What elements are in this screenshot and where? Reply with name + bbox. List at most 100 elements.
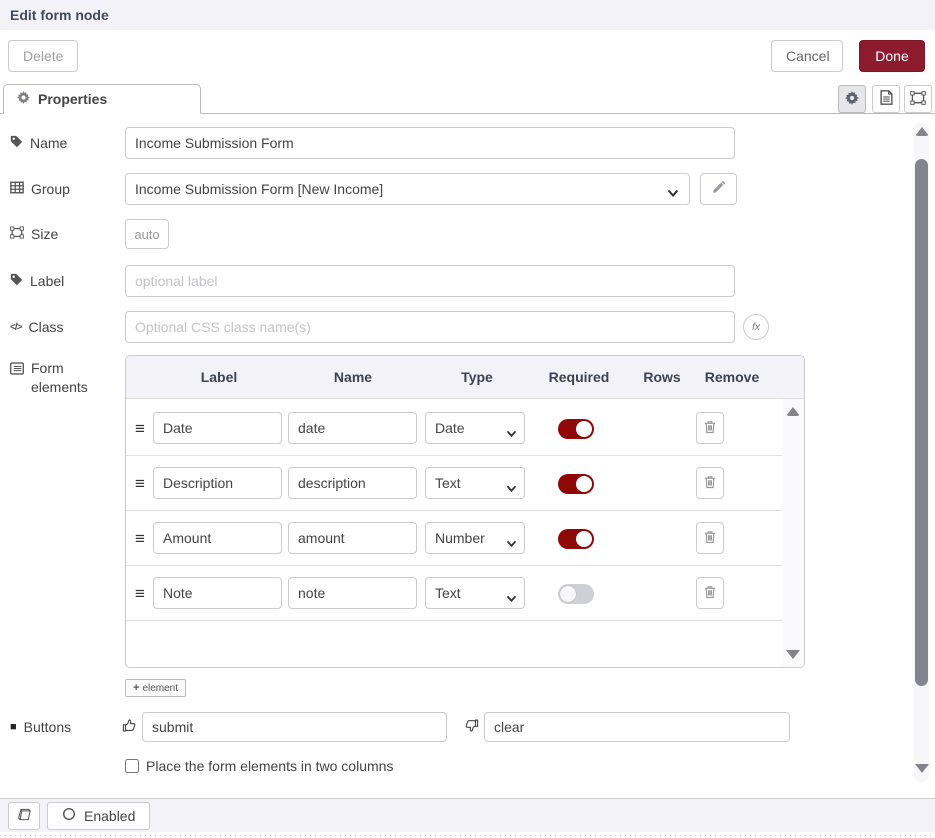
column-header-name: Name [334,356,372,398]
column-header-type: Type [461,356,493,398]
drag-handle-icon[interactable]: ≡ [135,401,145,456]
group-select-value: Income Submission Form [New Income] [135,181,383,197]
dialog-footer: Enabled [0,798,935,832]
form-element-row: ≡ Date [126,401,782,456]
trash-icon [704,420,716,437]
chevron-down-icon [506,590,517,606]
form-elements-scrollbar [782,399,804,667]
two-columns-checkbox[interactable] [125,759,139,773]
element-label-input[interactable] [153,412,282,444]
pencil-icon [712,181,725,197]
required-toggle[interactable] [558,474,594,494]
panel-scroll-thumb[interactable] [915,159,928,686]
done-button[interactable]: Done [859,40,925,72]
circle-icon [62,807,76,824]
properties-panel: Name Group Income Submission Form [New I… [0,114,935,798]
element-type-value: Number [435,530,485,546]
chevron-down-icon [506,480,517,496]
table-icon [10,181,24,197]
two-columns-option-row: Place the form elements in two columns [125,758,393,774]
add-element-button[interactable]: + element [125,679,186,697]
column-header-remove: Remove [705,356,759,398]
panel-scroll-up-arrow[interactable] [915,127,929,136]
column-header-rows: Rows [643,356,680,398]
appearance-icon-button[interactable] [904,85,932,113]
class-field-label: </> Class [10,319,125,335]
element-type-select[interactable]: Text [425,467,525,499]
list-alt-icon [10,359,24,397]
label-input[interactable] [125,265,735,297]
object-group-icon [10,226,24,242]
fx-expand-button[interactable]: fx [743,314,769,340]
required-toggle[interactable] [558,529,594,549]
remove-element-button[interactable] [696,522,724,554]
node-help-button[interactable] [8,802,40,830]
toggle-knob [576,421,592,437]
element-type-select[interactable]: Date [425,412,525,444]
node-enabled-toggle-button[interactable]: Enabled [47,802,150,830]
name-input[interactable] [125,127,735,159]
form-element-row: ≡ Text [126,456,782,511]
document-icon [880,90,893,108]
gear-icon [845,91,859,108]
remove-element-button[interactable] [696,577,724,609]
drag-handle-icon[interactable]: ≡ [135,566,145,621]
chevron-down-icon [506,535,517,551]
edit-group-button[interactable] [700,173,737,205]
tab-bar: Properties [0,84,935,114]
tab-properties[interactable]: Properties [3,84,201,114]
two-columns-checkbox-label: Place the form elements in two columns [146,758,393,774]
form-elements-list: ≡ Date ≡ Text [126,399,782,667]
tab-properties-label: Properties [38,91,107,107]
form-element-row: ≡ Text [126,566,782,621]
gear-icon [17,91,30,107]
properties-icon-button[interactable] [838,85,866,113]
remove-element-button[interactable] [696,412,724,444]
size-auto-button[interactable]: auto [125,219,169,249]
field-row-size: Size auto [10,219,169,249]
drag-handle-icon[interactable]: ≡ [135,511,145,566]
form-elements-label: Form elements [10,359,125,397]
element-label-input[interactable] [153,577,282,609]
panel-scroll-down-arrow[interactable] [915,764,929,773]
add-element-label: element [142,683,178,694]
element-name-input[interactable] [288,467,417,499]
description-icon-button[interactable] [872,85,900,113]
scroll-down-arrow[interactable] [786,650,800,659]
label-field-label: Label [10,273,125,289]
group-select[interactable]: Income Submission Form [New Income] [125,173,690,205]
group-field-label: Group [10,181,125,197]
scroll-up-arrow[interactable] [786,407,800,416]
cancel-button[interactable]: Cancel [771,40,843,72]
delete-button[interactable]: Delete [8,40,78,72]
element-name-input[interactable] [288,577,417,609]
plus-icon: + [133,682,139,694]
element-type-select[interactable]: Number [425,522,525,554]
element-type-value: Text [435,475,461,491]
element-label-input[interactable] [153,522,282,554]
column-header-label: Label [201,356,238,398]
element-label-input[interactable] [153,467,282,499]
element-name-input[interactable] [288,522,417,554]
trash-icon [704,530,716,547]
dialog-title: Edit form node [10,7,109,23]
book-icon [17,808,32,824]
element-type-value: Text [435,585,461,601]
tag-icon [10,273,23,289]
class-input[interactable] [125,311,735,343]
element-name-input[interactable] [288,412,417,444]
field-row-group: Group Income Submission Form [New Income… [10,173,737,205]
submit-button-text-input[interactable] [142,712,447,742]
workspace-grid-strip [0,832,935,838]
form-elements-table: Label Name Type Required Rows Remove ≡ D… [125,355,805,668]
required-toggle[interactable] [558,584,594,604]
dialog-actionbar: Delete Cancel Done [0,30,935,84]
required-toggle[interactable] [558,419,594,439]
field-row-name: Name [10,127,735,159]
name-field-label: Name [10,135,125,151]
element-type-select[interactable]: Text [425,577,525,609]
remove-element-button[interactable] [696,467,724,499]
clear-button-text-input[interactable] [484,712,790,742]
dialog-titlebar: Edit form node [0,0,935,30]
drag-handle-icon[interactable]: ≡ [135,456,145,511]
